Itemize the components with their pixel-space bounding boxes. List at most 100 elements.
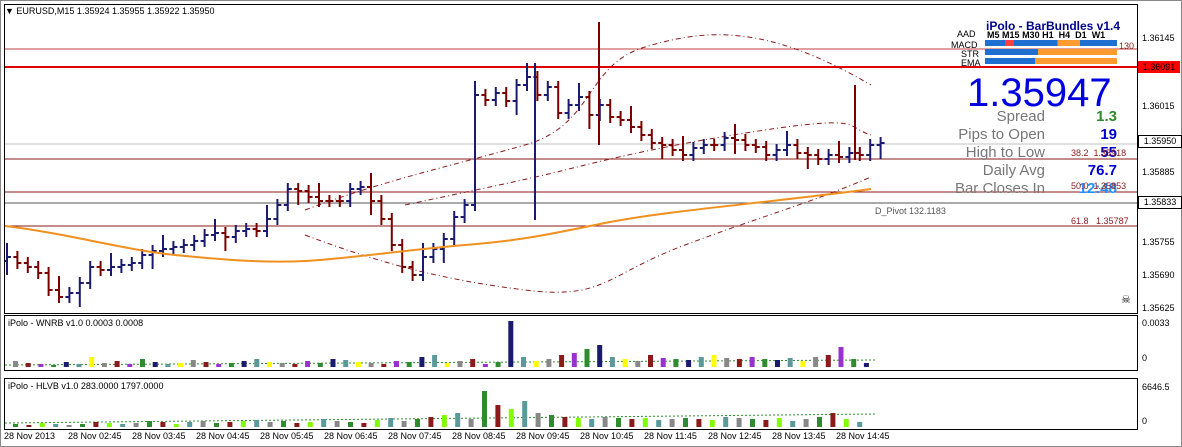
- wnrb-bar: [635, 361, 641, 367]
- stat-value-spread: 1.3: [1096, 108, 1117, 125]
- hlvb-bar: [160, 422, 166, 427]
- hlvb-bar: [93, 422, 99, 427]
- stat-value-pips: 19: [1100, 126, 1117, 143]
- wnrb-axis-top: 0.0033: [1142, 318, 1170, 328]
- hlvb-bar: [415, 419, 420, 427]
- wnrb-bar: [775, 360, 780, 367]
- time-tick: 28 Nov 06:45: [324, 431, 378, 441]
- hlvb-bar: [508, 409, 514, 427]
- wnrb-bar: [546, 359, 552, 367]
- wnrb-bar: [736, 359, 742, 367]
- time-tick: 28 Nov 02:45: [68, 431, 122, 441]
- hlvb-bar: [66, 425, 72, 427]
- hlvb-bar: [669, 419, 675, 427]
- wnrb-bar: [482, 364, 488, 367]
- wnrb-histogram: [5, 321, 876, 367]
- wnrb-bar: [584, 349, 590, 367]
- main-chart-pane[interactable]: ▼ EURUSD,M15 1.35924 1.35955 1.35922 1.3…: [4, 4, 1138, 314]
- wnrb-bar: [660, 358, 666, 367]
- hlvb-bar: [348, 422, 353, 427]
- bundle-grid: AAD MACD STR EMA M5 M15 M30 H1 H4 D1 W1 …: [951, 29, 1135, 69]
- time-tick: 28 Nov 08:45: [452, 431, 506, 441]
- wnrb-bar: [63, 362, 69, 367]
- wnrb-title: iPolo - WNRB v1.0 0.0003 0.0008: [8, 318, 144, 328]
- hlvb-bar: [589, 419, 595, 427]
- wnrb-bar: [330, 359, 336, 367]
- price-tick: 1.35625: [1142, 303, 1175, 313]
- hlvb-bar: [763, 420, 769, 427]
- wnrb-bar: [51, 365, 57, 367]
- wnrb-bar: [533, 361, 539, 367]
- wnrb-bar: [101, 363, 107, 367]
- wnrb-bar: [724, 358, 730, 367]
- hlvb-bar: [629, 419, 635, 427]
- wnrb-bar: [241, 361, 247, 367]
- wnrb-bar: [622, 359, 628, 367]
- hlvb-bar: [803, 419, 809, 427]
- wnrb-bar: [559, 355, 565, 367]
- wnrb-bar: [711, 355, 717, 367]
- chevron-down-icon[interactable]: ▼: [5, 6, 16, 16]
- wnrb-bar: [203, 362, 209, 367]
- hlvb-bar: [482, 391, 487, 427]
- current-price: 1.35947: [967, 71, 1112, 115]
- wnrb-bar: [317, 363, 323, 367]
- chart-window: ▼ EURUSD,M15 1.35924 1.35955 1.35922 1.3…: [0, 0, 1182, 447]
- symbol-header[interactable]: ▼ EURUSD,M15 1.35924 1.35955 1.35922 1.3…: [5, 6, 215, 16]
- time-tick: 28 Nov 14:45: [836, 431, 890, 441]
- hlvb-bar: [602, 417, 608, 427]
- wnrb-bar: [521, 357, 526, 367]
- hlvb-bar: [200, 421, 206, 427]
- wnrb-bar: [495, 362, 501, 367]
- wnrb-bar: [114, 361, 120, 367]
- hlvb-bar: [830, 413, 836, 427]
- time-tick: 28 Nov 09:45: [516, 431, 570, 441]
- row-aad: AAD: [957, 29, 976, 39]
- hlvb-bar: [683, 418, 688, 427]
- fib-label-500: 50.0 1.35853: [1071, 181, 1127, 191]
- wnrb-bar: [673, 359, 679, 367]
- wnrb-bar: [749, 357, 755, 367]
- price-tick: 1.35755: [1142, 237, 1175, 247]
- wnrb-bar: [178, 363, 184, 367]
- wnrb-bar: [152, 362, 158, 367]
- hlvb-bar: [267, 422, 273, 427]
- stat-value-avg: 76.7: [1087, 162, 1117, 179]
- hlvb-bar: [214, 423, 219, 427]
- time-tick: 28 Nov 2013: [4, 431, 56, 441]
- row-ema: EMA: [961, 58, 981, 68]
- skull-icon: ☠: [1121, 294, 1131, 306]
- wnrb-bar: [381, 364, 387, 367]
- wnrb-bar: [127, 364, 133, 367]
- hlvb-bar: [240, 421, 246, 427]
- hlvb-bar: [227, 422, 233, 427]
- hlvb-histogram: [5, 391, 876, 427]
- wnrb-bar: [813, 357, 819, 367]
- price-tick: 1.35690: [1142, 270, 1175, 280]
- wnrb-bar: [343, 360, 349, 367]
- hlvb-bar: [39, 423, 45, 427]
- hlvb-bar: [254, 420, 260, 427]
- hlvb-bar: [562, 417, 568, 427]
- hlvb-bar: [374, 420, 380, 427]
- stat-label-avg: Daily Avg: [982, 162, 1045, 179]
- wnrb-bar: [432, 355, 438, 367]
- hlvb-bar: [817, 417, 822, 427]
- hlvb-bar: [549, 415, 554, 427]
- wnrb-pane[interactable]: iPolo - WNRB v1.0 0.0003 0.0008: [4, 315, 1138, 371]
- wnrb-bar: [25, 363, 31, 367]
- hlvb-bar: [120, 424, 126, 427]
- fib-label-618: 61.8 1.35787: [1071, 216, 1129, 226]
- price-tick: 1.35885: [1142, 167, 1175, 177]
- wnrb-bar: [470, 359, 476, 367]
- hlvb-axis-zero: 0: [1142, 416, 1148, 426]
- hlvb-bar: [294, 423, 300, 427]
- wnrb-bar: [13, 361, 18, 367]
- hlvb-bar: [361, 423, 367, 427]
- hlvb-bar: [147, 421, 152, 427]
- hlvb-bar: [388, 418, 394, 427]
- wnrb-bar: [609, 357, 615, 367]
- wnrb-bar: [89, 357, 95, 367]
- hlvb-bar: [723, 417, 729, 427]
- hlvb-pane[interactable]: iPolo - HLVB v1.0 283.0000 1797.0000: [4, 378, 1138, 430]
